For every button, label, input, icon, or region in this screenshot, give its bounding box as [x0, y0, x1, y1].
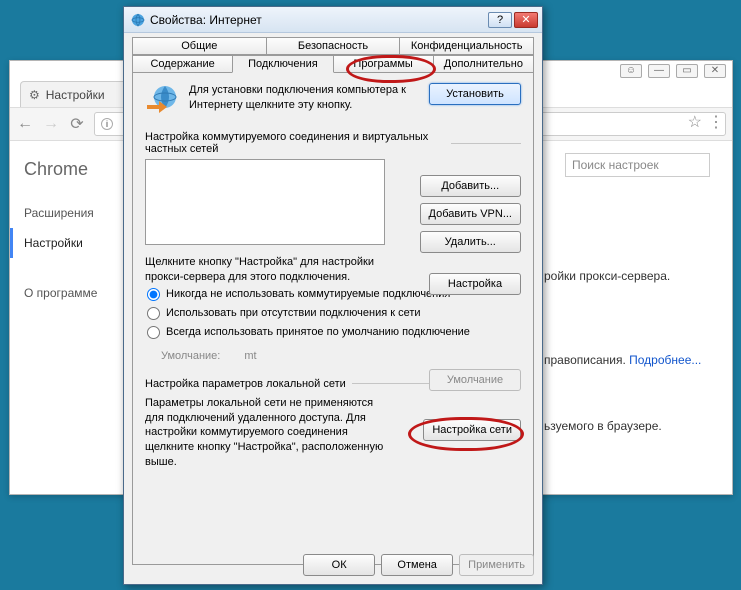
reload-button[interactable]: ⟳	[68, 114, 86, 134]
sidebar-title: Chrome	[24, 159, 124, 180]
dial-settings-button[interactable]: Настройка	[429, 273, 521, 295]
chrome-maximize-button[interactable]: ▭	[676, 64, 698, 78]
back-button[interactable]: ←	[16, 115, 34, 133]
setup-description: Для установки подключения компьютера к И…	[189, 83, 429, 113]
add-button[interactable]: Добавить...	[420, 175, 521, 197]
setup-button[interactable]: Установить	[429, 83, 521, 105]
tab-content[interactable]: Содержание	[132, 55, 233, 73]
close-button[interactable]: ✕	[514, 12, 538, 28]
set-default-button: Умолчание	[429, 369, 521, 391]
text-proxy: ройки прокси-сервера.	[544, 269, 670, 283]
tab-programs[interactable]: Программы	[333, 55, 434, 73]
radio-dial-no-net[interactable]: Использовать при отсутствии подключения …	[145, 304, 521, 323]
dialog-titlebar: Свойства: Интернет ? ✕	[124, 7, 542, 33]
tab-connections[interactable]: Подключения	[232, 55, 333, 73]
proxy-hint: Щелкните кнопку "Настройка" для настройк…	[145, 255, 385, 285]
dialog-footer: ОК Отмена Применить	[303, 554, 534, 576]
ok-button[interactable]: ОК	[303, 554, 375, 576]
forward-button[interactable]: →	[42, 115, 60, 133]
cancel-button[interactable]: Отмена	[381, 554, 453, 576]
chrome-menu-icon[interactable]: ⋮	[708, 112, 724, 132]
radio-never-input[interactable]	[147, 288, 160, 301]
text-spell: правописания. Подробнее...	[544, 353, 701, 367]
chrome-minimize-button[interactable]: —	[648, 64, 670, 78]
sidebar-item-about[interactable]: О программе	[24, 278, 124, 308]
radio-absent-input[interactable]	[147, 307, 160, 320]
default-label: Умолчание:	[161, 350, 220, 362]
chrome-title-buttons: ☺ — ▭ ✕	[614, 61, 732, 79]
sidebar-item-settings[interactable]: Настройки	[10, 228, 124, 258]
lan-settings-button[interactable]: Настройка сети	[423, 419, 521, 441]
info-icon: i	[101, 118, 113, 130]
radio-always-input[interactable]	[147, 326, 160, 339]
globe-arrow-icon	[145, 83, 181, 119]
internet-properties-dialog: Свойства: Интернет ? ✕ Общие Безопасност…	[123, 6, 543, 585]
tab-privacy[interactable]: Конфиденциальность	[399, 37, 534, 55]
apply-button: Применить	[459, 554, 534, 576]
connections-listbox[interactable]	[145, 159, 385, 245]
settings-search-input[interactable]: Поиск настроек	[565, 153, 710, 177]
chrome-close-button[interactable]: ✕	[704, 64, 726, 78]
settings-sidebar: Chrome Расширения Настройки О программе	[10, 141, 138, 494]
remove-button[interactable]: Удалить...	[420, 231, 521, 253]
bookmark-star-icon[interactable]: ☆	[688, 112, 702, 132]
default-value: mt	[244, 350, 256, 362]
help-button[interactable]: ?	[488, 12, 512, 28]
dialog-body: Общие Безопасность Конфиденциальность Со…	[124, 33, 542, 573]
add-vpn-button[interactable]: Добавить VPN...	[420, 203, 521, 225]
lan-description: Параметры локальной сети не применяются …	[145, 396, 385, 470]
connections-pane: Для установки подключения компьютера к И…	[132, 73, 534, 565]
tab-security[interactable]: Безопасность	[266, 37, 401, 55]
radio-always-dial[interactable]: Всегда использовать принятое по умолчани…	[145, 323, 521, 342]
tab-title: Настройки	[46, 88, 105, 102]
tab-general[interactable]: Общие	[132, 37, 267, 55]
dial-section-label: Настройка коммутируемого соединения и ви…	[145, 131, 521, 155]
chrome-person-icon[interactable]: ☺	[620, 64, 642, 78]
sidebar-item-extensions[interactable]: Расширения	[24, 198, 124, 228]
dialog-title: Свойства: Интернет	[150, 13, 262, 27]
text-browser: ьзуемого в браузере.	[544, 419, 662, 433]
tab-advanced[interactable]: Дополнительно	[433, 55, 534, 73]
learn-more-link[interactable]: Подробнее...	[629, 353, 701, 367]
internet-icon	[130, 12, 146, 28]
gear-icon: ⚙	[29, 88, 40, 102]
tab-strip: Общие Безопасность Конфиденциальность Со…	[132, 37, 534, 73]
